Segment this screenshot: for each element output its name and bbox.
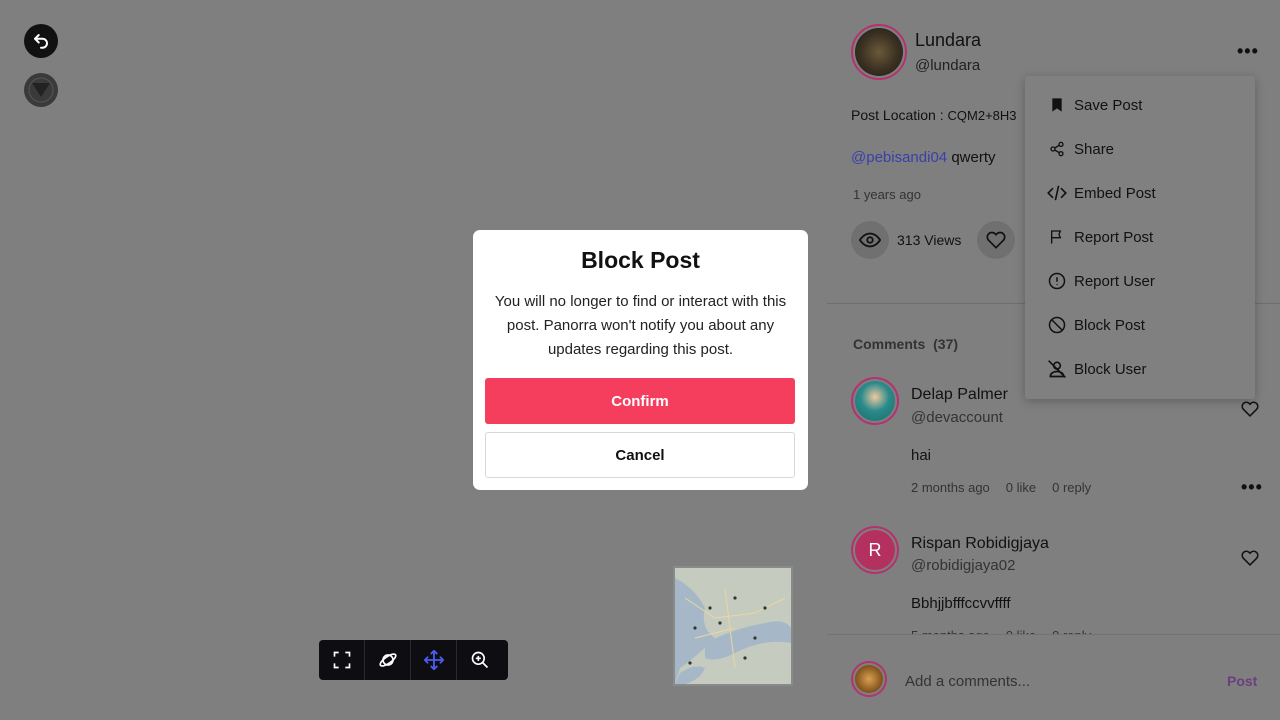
comment-meta: 2 months ago 0 like 0 reply	[911, 480, 1091, 495]
menu-item-label: Report Post	[1074, 228, 1154, 246]
comment-likes[interactable]: 0 like	[1006, 480, 1036, 495]
more-dots-icon: •••	[1237, 41, 1259, 61]
more-dots-icon: •••	[1241, 477, 1263, 497]
comment-time: 2 months ago	[911, 480, 990, 495]
mention-link[interactable]: @pebisandi04	[851, 149, 947, 166]
location-label: Post Location :	[851, 107, 944, 123]
location-value[interactable]: CQM2+8H3	[948, 108, 1017, 123]
comments-header: Comments (37)	[853, 336, 958, 352]
post-comment-button[interactable]: Post	[1227, 673, 1257, 689]
zoom-button[interactable]	[457, 640, 503, 680]
post-time: 1 years ago	[853, 187, 921, 202]
confirm-button[interactable]: Confirm	[485, 378, 795, 424]
menu-item-label: Block User	[1074, 360, 1147, 378]
bookmark-icon	[1052, 98, 1062, 112]
views-counter: 313 Views	[851, 221, 961, 259]
menu-item-block-post[interactable]: Block Post	[1047, 313, 1145, 337]
fullscreen-icon	[333, 651, 350, 669]
block-icon	[1048, 316, 1066, 334]
menu-item-label: Embed Post	[1074, 184, 1156, 202]
orbit-button[interactable]	[365, 640, 411, 680]
comment-like-icon[interactable]	[1241, 549, 1259, 567]
compass-icon	[28, 77, 54, 103]
post-location: Post Location : CQM2+8H3	[851, 107, 1017, 123]
comment-author-handle[interactable]: @robidigjaya02	[911, 557, 1015, 574]
comment-author-name[interactable]: Delap Palmer	[911, 386, 1008, 404]
comment-text: Bbhjjbfffccvvffff	[911, 595, 1011, 612]
orbit-icon	[378, 653, 397, 667]
menu-item-save-post[interactable]: Save Post	[1047, 93, 1142, 117]
comment-composer: Post	[827, 634, 1280, 720]
comment-author-name[interactable]: Rispan Robidigjaya	[911, 535, 1049, 553]
author-handle[interactable]: @lundara	[915, 57, 980, 74]
code-icon	[1047, 185, 1067, 201]
comments-count: (37)	[933, 336, 959, 352]
move-icon	[423, 649, 444, 671]
menu-item-embed-post[interactable]: Embed Post	[1047, 181, 1156, 205]
menu-item-block-user[interactable]: Block User	[1047, 357, 1147, 381]
post-options-menu: Save Post Share Embed Post Report Post R…	[1025, 76, 1255, 399]
comment-avatar[interactable]	[851, 377, 899, 425]
author-name[interactable]: Lundara	[915, 30, 981, 51]
menu-item-label: Block Post	[1074, 316, 1145, 334]
fullscreen-button[interactable]	[319, 640, 365, 680]
dialog-title: Block Post	[581, 247, 700, 273]
like-post-button[interactable]	[977, 221, 1015, 259]
cancel-button[interactable]: Cancel	[485, 432, 795, 478]
alert-circle-icon	[1048, 272, 1066, 290]
comment-avatar-image	[855, 381, 895, 421]
comments-title: Comments	[853, 336, 926, 352]
heart-icon	[986, 231, 1006, 249]
user-block-icon	[1048, 360, 1066, 378]
back-button[interactable]	[24, 24, 58, 58]
minimap[interactable]	[673, 566, 793, 686]
views-text: 313 Views	[897, 232, 962, 248]
post-caption: @pebisandi04 qwerty	[851, 149, 996, 166]
share-icon	[1050, 141, 1064, 157]
compass-button[interactable]	[24, 73, 58, 107]
move-button[interactable]	[411, 640, 457, 680]
menu-item-label: Save Post	[1074, 96, 1143, 114]
menu-item-share[interactable]: Share	[1047, 137, 1114, 161]
menu-item-report-user[interactable]: Report User	[1047, 269, 1155, 293]
comment-input[interactable]	[905, 673, 1205, 690]
comment-avatar-letter: R	[855, 530, 895, 570]
eye-icon	[859, 232, 881, 248]
menu-item-label: Share	[1074, 140, 1115, 158]
current-user-avatar	[851, 661, 887, 697]
dialog-message: You will no longer to find or interact w…	[494, 293, 787, 358]
viewer-toolbar	[319, 640, 508, 680]
menu-item-label: Report User	[1074, 272, 1155, 290]
back-arrow-icon	[34, 34, 48, 49]
comment-replies[interactable]: 0 reply	[1052, 480, 1091, 495]
comment-text: hai	[911, 447, 932, 464]
zoom-in-icon	[471, 651, 489, 669]
comment-author-handle[interactable]: @devaccount	[911, 409, 1003, 426]
map-image	[675, 568, 791, 684]
flag-icon	[1051, 230, 1062, 244]
caption-text: qwerty	[951, 149, 996, 166]
author-avatar-image	[855, 28, 903, 76]
post-more-button[interactable]: •••	[1237, 42, 1259, 60]
current-user-avatar-image	[855, 665, 883, 693]
block-post-dialog: Block Post You will no longer to find or…	[473, 230, 808, 490]
comment-like-icon[interactable]	[1241, 400, 1259, 418]
menu-item-report-post[interactable]: Report Post	[1047, 225, 1153, 249]
comment-avatar[interactable]: R	[851, 526, 899, 574]
views-icon-wrap	[851, 221, 889, 259]
comment-more-button[interactable]: •••	[1241, 478, 1263, 496]
author-avatar[interactable]	[851, 24, 907, 80]
